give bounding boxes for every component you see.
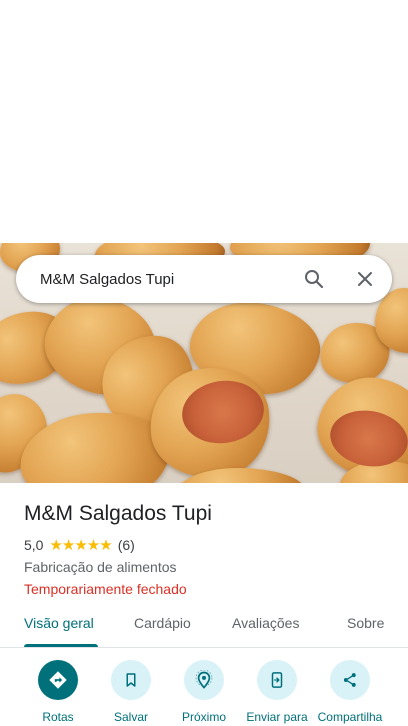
directions-label: Rotas	[42, 710, 74, 724]
place-title: M&M Salgados Tupi	[24, 502, 212, 525]
action-bar: Rotas Salvar Próximo Enviar para Compart…	[0, 660, 408, 726]
close-icon[interactable]	[353, 267, 377, 291]
active-tab-indicator	[24, 644, 98, 647]
bookmark-icon	[111, 660, 151, 700]
share-label: Compartilha	[317, 710, 383, 724]
status-badge: Temporariamente fechado	[24, 581, 187, 597]
tab-menu[interactable]: Cardápio	[134, 615, 191, 631]
nearby-label: Próximo	[181, 710, 226, 724]
share-icon	[330, 660, 370, 700]
save-button[interactable]: Salvar	[91, 660, 171, 724]
search-icon[interactable]	[302, 267, 326, 291]
send-to-phone-icon	[257, 660, 297, 700]
map-blank-area	[0, 0, 408, 243]
save-label: Salvar	[113, 710, 148, 724]
rating-value: 5,0	[24, 537, 44, 553]
share-button[interactable]: Compartilha	[310, 660, 390, 724]
place-category: Fabricação de alimentos	[24, 559, 177, 575]
rating-row[interactable]: 5,0 ★★★★★ (6)	[24, 536, 394, 554]
search-bar[interactable]: M&M Salgados Tupi	[16, 255, 392, 303]
tab-overview[interactable]: Visão geral	[24, 615, 94, 631]
nearby-icon	[184, 660, 224, 700]
place-info: M&M Salgados Tupi 5,0 ★★★★★ (6) Fabricaç…	[24, 500, 394, 598]
tab-about[interactable]: Sobre	[347, 615, 384, 631]
send-to-phone-label: Enviar para	[246, 710, 308, 724]
directions-button[interactable]: Rotas	[18, 660, 98, 724]
directions-icon	[38, 660, 78, 700]
review-count: (6)	[117, 537, 135, 553]
tab-reviews[interactable]: Avaliações	[232, 615, 299, 631]
search-query-text[interactable]: M&M Salgados Tupi	[40, 271, 174, 288]
nearby-button[interactable]: Próximo	[164, 660, 244, 724]
tab-bar: Visão geral Cardápio Avaliações Sobre	[0, 604, 408, 648]
rating-stars-icon: ★★★★★	[49, 537, 112, 554]
send-to-phone-button[interactable]: Enviar para	[237, 660, 317, 724]
